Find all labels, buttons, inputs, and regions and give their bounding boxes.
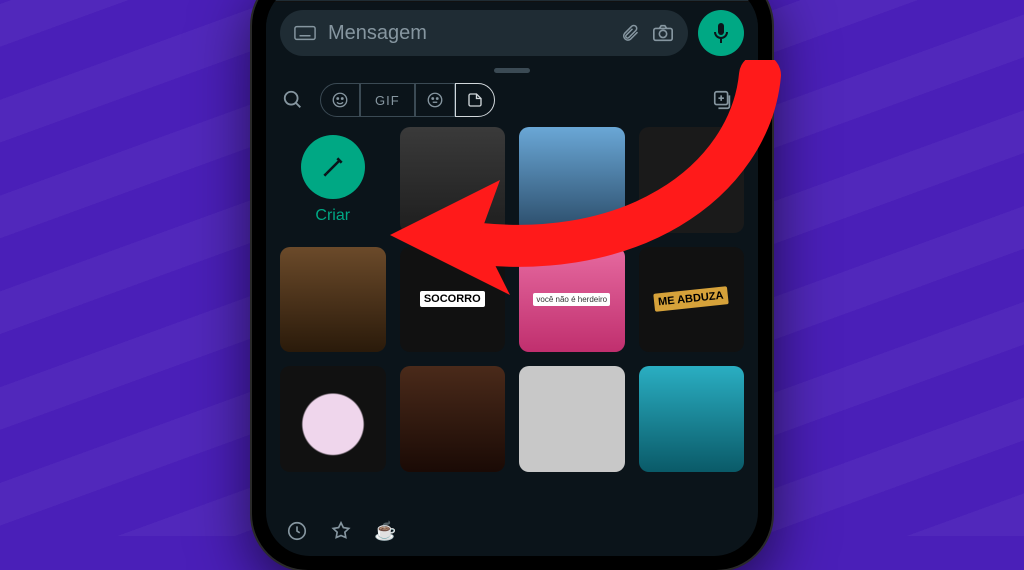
sticker-item[interactable]	[639, 366, 745, 472]
tab-sticker[interactable]	[455, 83, 495, 117]
sticker-item[interactable]: SOCORRO	[400, 247, 506, 353]
phone-frame: Mensagem GIF	[252, 0, 772, 570]
create-sticker-button[interactable]	[301, 135, 365, 199]
format-tab-group: GIF	[320, 83, 495, 117]
pack-coffee-icon[interactable]: ☕	[374, 521, 396, 542]
screen: Mensagem GIF	[266, 0, 758, 556]
sticker-item[interactable]	[400, 127, 506, 233]
message-field[interactable]: Mensagem	[280, 10, 688, 56]
camera-icon[interactable]	[652, 23, 674, 43]
sticker-item[interactable]: ME ABDUZA	[639, 247, 745, 353]
sticker-item[interactable]	[519, 366, 625, 472]
favorites-icon[interactable]	[330, 520, 352, 542]
sticker-item[interactable]	[280, 366, 386, 472]
message-input-row: Mensagem	[266, 2, 758, 66]
sticker-text: ME ABDUZA	[654, 286, 729, 312]
sticker-tabs-row: GIF	[266, 79, 758, 127]
sticker-text: SOCORRO	[420, 291, 485, 307]
sticker-item[interactable]	[519, 127, 625, 233]
sticker-item[interactable]: você não é herdeiro	[519, 247, 625, 353]
sticker-item[interactable]	[400, 366, 506, 472]
recent-icon[interactable]	[286, 520, 308, 542]
create-sticker-label: Criar	[315, 207, 350, 225]
sticker-item[interactable]	[639, 127, 745, 233]
message-placeholder: Mensagem	[328, 22, 427, 45]
tab-avatar[interactable]	[415, 83, 455, 117]
sticker-pack-row: ☕	[266, 512, 758, 556]
search-icon[interactable]	[282, 89, 312, 111]
keyboard-icon[interactable]	[294, 25, 316, 41]
tab-emoji[interactable]	[320, 83, 360, 117]
sticker-item[interactable]	[280, 247, 386, 353]
attach-icon[interactable]	[620, 22, 640, 44]
sticker-grid-area: Criar SOCORRO você não é herdeiro ME ABD…	[266, 127, 758, 512]
sticker-text: você não é herdeiro	[533, 293, 610, 306]
tab-gif[interactable]: GIF	[360, 83, 415, 117]
add-pack-icon[interactable]	[712, 89, 742, 111]
voice-send-button[interactable]	[698, 10, 744, 56]
drawer-drag-handle[interactable]	[494, 68, 530, 73]
sticker-grid: Criar SOCORRO você não é herdeiro ME ABD…	[280, 127, 744, 472]
create-sticker-cell: Criar	[301, 135, 365, 225]
